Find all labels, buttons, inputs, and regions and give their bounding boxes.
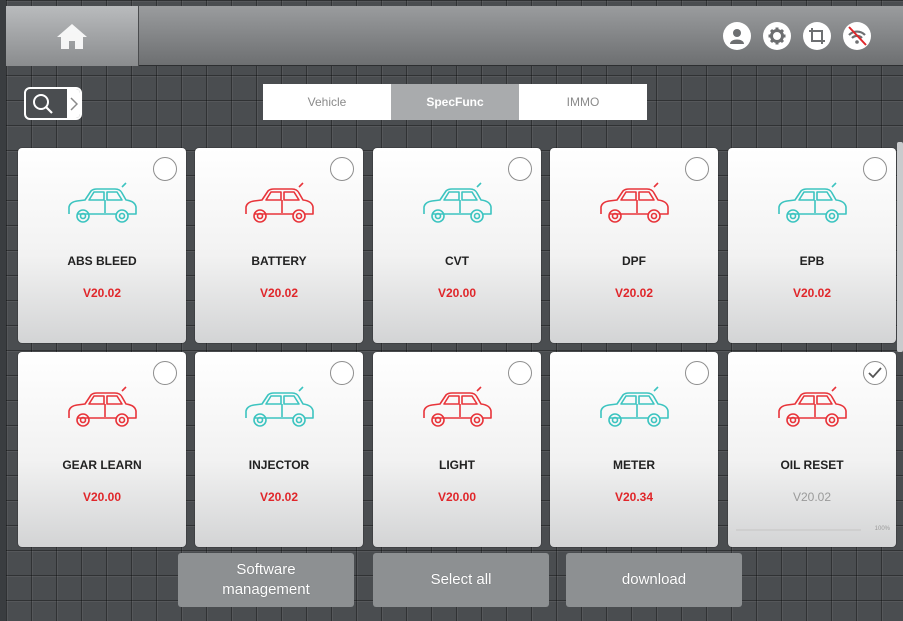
- car-icon: [423, 182, 492, 223]
- car-icon: [600, 182, 669, 223]
- select-checkbox[interactable]: [685, 361, 709, 385]
- function-card[interactable]: METER V20.34: [550, 352, 718, 547]
- home-icon: [57, 24, 87, 49]
- car-icon: [68, 182, 137, 223]
- wifi-button[interactable]: [843, 22, 871, 50]
- function-card[interactable]: LIGHT V20.00: [373, 352, 541, 547]
- select-checkbox[interactable]: [330, 361, 354, 385]
- car-icon: [245, 386, 314, 427]
- expand-search[interactable]: [67, 89, 80, 118]
- function-card[interactable]: CVT V20.00: [373, 148, 541, 343]
- user-button[interactable]: [723, 22, 751, 50]
- function-name: DPF: [622, 254, 646, 268]
- function-name: GEAR LEARN: [62, 458, 142, 472]
- function-name: OIL RESET: [780, 458, 844, 472]
- select-checkbox[interactable]: [508, 157, 532, 181]
- check-icon: [868, 367, 882, 379]
- category-tabs: Vehicle SpecFunc IMMO: [263, 84, 647, 120]
- wifi-off-icon: [848, 26, 867, 46]
- function-name: METER: [613, 458, 655, 472]
- function-version: V20.02: [614, 286, 654, 300]
- function-name: BATTERY: [251, 254, 307, 268]
- function-version: V20.02: [792, 490, 832, 504]
- function-name: ABS BLEED: [67, 254, 137, 268]
- car-icon: [778, 182, 847, 223]
- car-icon: [778, 386, 847, 427]
- app-window: Vehicle SpecFunc IMMO ABS BLEED V20.02 BA…: [6, 0, 903, 621]
- function-version: V20.02: [259, 286, 299, 300]
- select-all-button[interactable]: Select all: [373, 553, 549, 607]
- function-version: V20.02: [259, 490, 299, 504]
- progress-text: 100%: [874, 526, 890, 532]
- function-name: CVT: [445, 254, 469, 268]
- select-checkbox[interactable]: [863, 157, 887, 181]
- function-version: V20.00: [437, 286, 477, 300]
- tab-specfunc[interactable]: SpecFunc: [391, 84, 519, 120]
- select-checkbox[interactable]: [863, 361, 887, 385]
- progress-bar: [736, 529, 861, 531]
- function-version: V20.34: [614, 490, 654, 504]
- function-card[interactable]: EPB V20.02: [728, 148, 896, 343]
- function-version: V20.02: [792, 286, 832, 300]
- search-icon: [33, 94, 53, 114]
- function-version: V20.00: [437, 490, 477, 504]
- function-card[interactable]: BATTERY V20.02: [195, 148, 363, 343]
- function-name: LIGHT: [439, 458, 475, 472]
- function-card[interactable]: ABS BLEED V20.02: [18, 148, 186, 343]
- chevron-right-icon: [69, 96, 78, 111]
- settings-button[interactable]: [763, 22, 791, 50]
- select-checkbox[interactable]: [508, 361, 532, 385]
- download-button[interactable]: download: [566, 553, 742, 607]
- function-card[interactable]: OIL RESET V20.02 100%: [728, 352, 896, 547]
- function-card[interactable]: GEAR LEARN V20.00: [18, 352, 186, 547]
- function-version: V20.02: [82, 286, 122, 300]
- user-icon: [730, 29, 744, 44]
- screenshot-button[interactable]: [803, 22, 831, 50]
- select-checkbox[interactable]: [153, 361, 177, 385]
- select-checkbox[interactable]: [153, 157, 177, 181]
- function-version: V20.00: [82, 490, 122, 504]
- function-card[interactable]: DPF V20.02: [550, 148, 718, 343]
- home-button[interactable]: [6, 6, 139, 66]
- search-button[interactable]: [24, 87, 82, 120]
- select-checkbox[interactable]: [330, 157, 354, 181]
- gear-icon: [768, 27, 786, 45]
- car-icon: [245, 182, 314, 223]
- function-card[interactable]: INJECTOR V20.02: [195, 352, 363, 547]
- crop-icon: [809, 28, 825, 44]
- tab-vehicle[interactable]: Vehicle: [263, 84, 391, 120]
- car-icon: [600, 386, 669, 427]
- select-checkbox[interactable]: [685, 157, 709, 181]
- scrollbar[interactable]: [897, 142, 903, 352]
- car-icon: [68, 386, 137, 427]
- top-bar: [6, 6, 903, 66]
- tab-immo[interactable]: IMMO: [519, 84, 647, 120]
- function-name: INJECTOR: [248, 458, 310, 472]
- car-icon: [423, 386, 492, 427]
- function-name: EPB: [799, 254, 825, 268]
- software-management-button[interactable]: Software management: [178, 553, 354, 607]
